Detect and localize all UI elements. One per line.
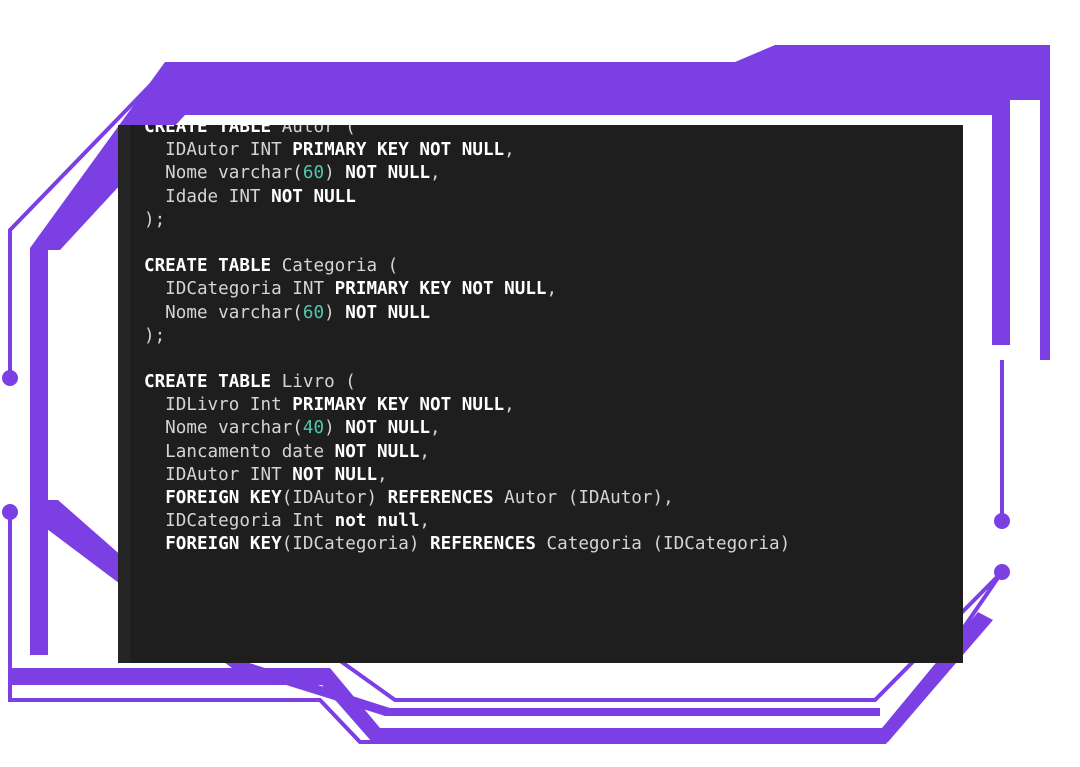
code-line: ); xyxy=(144,209,790,232)
code-line: IDCategoria Int not null, xyxy=(144,510,790,533)
sql-text: ) xyxy=(324,418,346,439)
sql-number: 60 xyxy=(302,163,325,184)
sql-keyword: FOREIGN KEY xyxy=(165,534,282,555)
code-line: CREATE TABLE Categoria ( xyxy=(144,255,790,278)
editor-gutter xyxy=(118,125,130,663)
sql-text: , xyxy=(504,140,515,161)
sql-text: Categoria ( xyxy=(271,256,399,277)
code-line: CREATE TABLE Livro ( xyxy=(144,371,790,394)
node-dot-right-top xyxy=(994,513,1010,529)
sql-keyword: NOT NULL xyxy=(345,163,431,184)
sql-text: , xyxy=(430,418,441,439)
code-editor-panel[interactable]: CREATE TABLE Autor ( IDAutor INT PRIMARY… xyxy=(118,125,963,663)
sql-number: 40 xyxy=(302,418,325,439)
sql-text: ); xyxy=(144,209,166,230)
sql-keyword: NOT NULL xyxy=(271,186,356,207)
code-line: Nome varchar(40) NOT NULL, xyxy=(144,417,790,440)
node-dot-left-top xyxy=(2,370,18,386)
code-line: FOREIGN KEY(IDCategoria) REFERENCES Cate… xyxy=(144,533,790,556)
sql-keyword: CREATE TABLE xyxy=(144,256,272,277)
sql-text: , xyxy=(419,511,431,532)
code-line: IDLivro Int PRIMARY KEY NOT NULL, xyxy=(144,394,790,417)
sql-text: (IDAutor) xyxy=(281,488,388,508)
sql-text: Nome varchar( xyxy=(144,302,303,323)
sql-text: IDCategoria INT xyxy=(144,279,335,300)
sql-text: , xyxy=(430,163,441,184)
sql-keyword: NOT NULL xyxy=(345,418,431,439)
sql-keyword: not null xyxy=(334,511,420,532)
sql-text: (IDCategoria) xyxy=(281,534,431,555)
sql-keyword: NOT NULL xyxy=(292,464,378,485)
code-line: FOREIGN KEY(IDAutor) REFERENCES Autor (I… xyxy=(144,487,790,510)
code-line: IDAutor INT PRIMARY KEY NOT NULL, xyxy=(144,139,790,162)
code-line: Idade INT NOT NULL xyxy=(144,186,790,209)
code-line: IDAutor INT NOT NULL, xyxy=(144,464,790,487)
sql-text: Nome varchar( xyxy=(144,163,303,184)
sql-text: Lancamento date xyxy=(144,441,335,462)
sql-text: , xyxy=(377,464,388,485)
sql-text: IDCategoria Int xyxy=(144,511,335,532)
sql-keyword: FOREIGN KEY xyxy=(165,488,282,508)
sql-text: Nome varchar( xyxy=(144,418,303,439)
sql-number: 60 xyxy=(302,302,325,323)
sql-text: ) xyxy=(324,163,346,184)
code-line: IDCategoria INT PRIMARY KEY NOT NULL, xyxy=(144,278,790,301)
sql-keyword: NOT NULL xyxy=(345,302,431,323)
code-line: Lancamento date NOT NULL, xyxy=(144,441,790,464)
sql-text: , xyxy=(419,441,431,462)
sql-keyword: REFERENCES xyxy=(387,488,494,508)
sql-text: ) xyxy=(324,302,346,323)
code-line: CREATE TABLE Autor ( xyxy=(144,125,790,139)
sql-text: Idade INT xyxy=(144,186,272,207)
sql-keyword: CREATE TABLE xyxy=(144,372,272,393)
frame-left-bar xyxy=(30,248,48,655)
sql-text: Autor (IDAutor), xyxy=(493,488,674,508)
sql-code-lines: CREATE TABLE Autor ( IDAutor INT PRIMARY… xyxy=(144,125,790,557)
sql-keyword: NOT NULL xyxy=(334,441,420,462)
node-dot-left-bottom xyxy=(2,504,18,520)
code-line: ); xyxy=(144,325,790,348)
sql-keyword: PRIMARY KEY NOT NULL xyxy=(292,140,505,161)
sql-keyword: CREATE TABLE xyxy=(144,125,272,137)
code-line: Nome varchar(60) NOT NULL xyxy=(144,302,790,325)
sql-text: , xyxy=(504,395,515,416)
sql-text: ); xyxy=(144,325,166,346)
node-dot-right-bottom xyxy=(994,564,1010,580)
code-line: Nome varchar(60) NOT NULL, xyxy=(144,162,790,185)
sql-text: Autor ( xyxy=(271,125,356,137)
sql-text: Livro ( xyxy=(271,372,356,393)
sql-text: IDLivro Int xyxy=(144,395,293,416)
sql-text: IDAutor INT xyxy=(144,140,293,161)
sql-text: IDAutor INT xyxy=(144,464,293,485)
sql-text: Categoria (IDCategoria) xyxy=(535,534,791,555)
sql-text: , xyxy=(546,279,558,300)
sql-keyword: REFERENCES xyxy=(430,534,536,555)
sql-keyword: PRIMARY KEY NOT NULL xyxy=(292,395,505,416)
sql-keyword: PRIMARY KEY NOT NULL xyxy=(334,279,547,300)
